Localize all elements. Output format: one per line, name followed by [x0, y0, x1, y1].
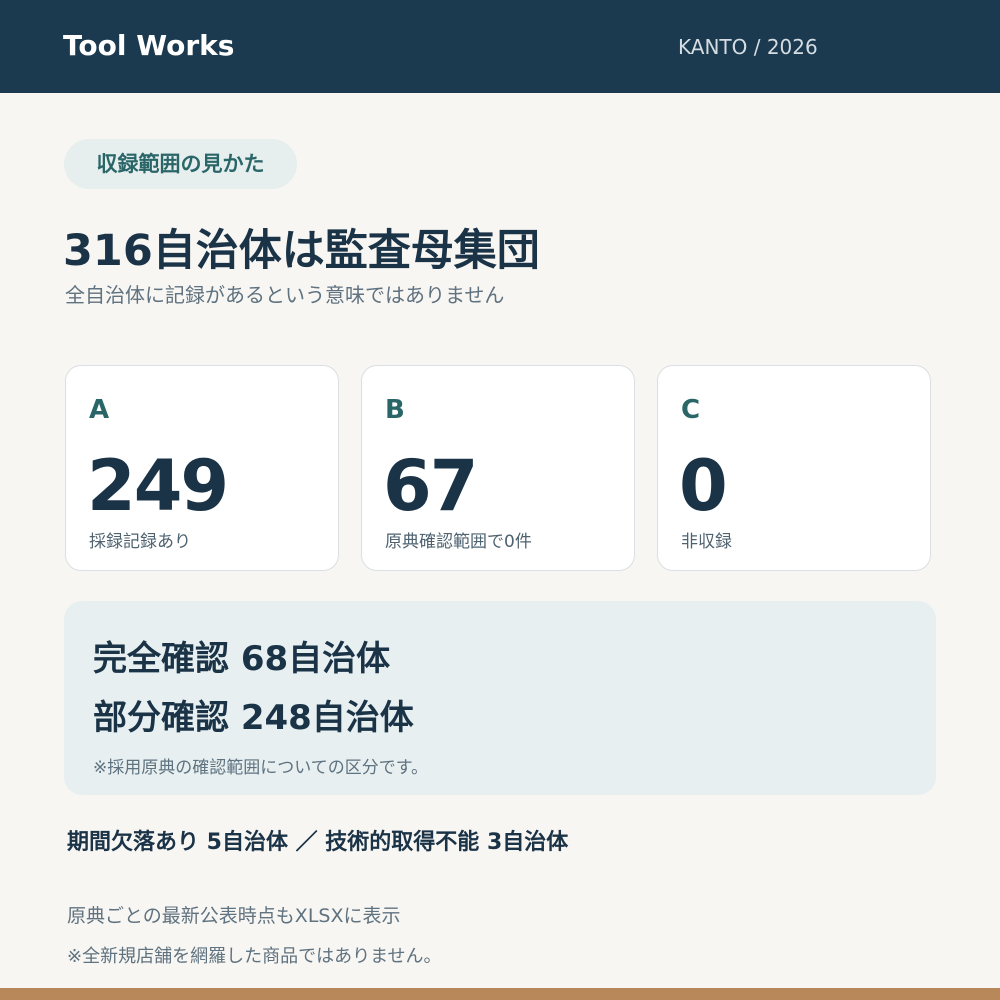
confirmation-panel: 完全確認 68自治体 部分確認 248自治体 ※採用原典の確認範囲についての区分… [64, 601, 936, 795]
brand-title: Tool Works [63, 29, 235, 62]
card-value: 0 [679, 445, 728, 527]
page-title: 316自治体は監査母集団 [63, 226, 540, 276]
card-value: 249 [87, 445, 229, 527]
card-value: 67 [383, 445, 478, 527]
card-label: 非収録 [681, 532, 732, 552]
category-card-c: C 0 非収録 [657, 365, 931, 571]
card-letter: B [385, 395, 405, 425]
section-badge: 収録範囲の見かた [64, 139, 297, 189]
footer-note-xlsx: 原典ごとの最新公表時点もXLSXに表示 [67, 905, 401, 927]
page-subtitle: 全自治体に記録があるという意味ではありません [65, 283, 505, 307]
header-bar: Tool Works KANTO / 2026 [0, 0, 1000, 93]
card-letter: C [681, 395, 701, 425]
footer-disclaimer: ※全新規店舗を網羅した商品ではありません。 [67, 946, 442, 967]
card-label: 採録記録あり [89, 532, 191, 552]
region-year-label: KANTO / 2026 [678, 35, 818, 59]
gap-stats-line: 期間欠落あり 5自治体 ／ 技術的取得不能 3自治体 [67, 830, 569, 855]
category-card-b: B 67 原典確認範囲で0件 [361, 365, 635, 571]
confirmation-note: ※採用原典の確認範囲についての区分です。 [93, 758, 429, 778]
card-letter: A [89, 395, 110, 425]
bottom-accent-bar [0, 988, 1000, 1000]
partial-confirmation-line: 部分確認 248自治体 [93, 698, 414, 738]
card-label: 原典確認範囲で0件 [385, 532, 532, 552]
category-card-a: A 249 採録記録あり [65, 365, 339, 571]
full-confirmation-line: 完全確認 68自治体 [93, 639, 391, 679]
